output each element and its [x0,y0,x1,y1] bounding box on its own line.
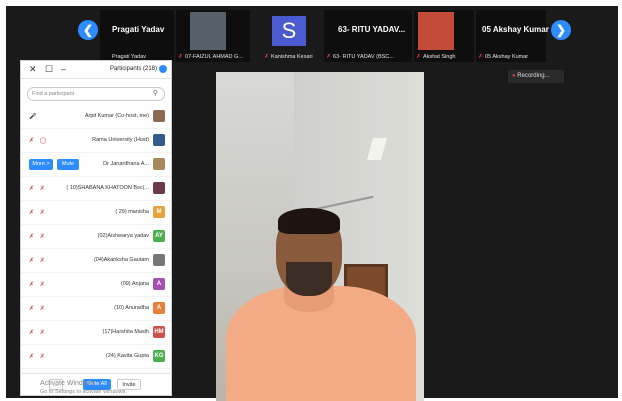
thumb-big-name: Pragati Yadav [112,25,165,34]
mic-video-icons: ✗ ◯ [29,138,49,144]
avatar [153,254,165,266]
restore-icon[interactable]: ☐ [45,64,53,75]
avatar: A [153,278,165,290]
participants-panel: ✕ ☐ – Participants (218) Find a particip… [20,60,172,396]
avatar: AY [153,230,165,242]
thumb-pragati[interactable]: Pragati Yadav Pragati Yadav [100,10,174,62]
mic-video-icons: 🎤 [29,114,39,120]
list-item[interactable]: More > Mute Dr Janardhana A... [21,153,171,177]
avatar: KG [153,350,165,362]
thumb-small-name: ✗ 63- RITU YADAV (BSC... [326,54,394,60]
participant-list: 🎤 Arpit Kumar (Co-host, me) ✗ ◯ Rama Uni… [21,105,171,369]
list-item[interactable]: ✗ ✗ (10) Anuradha A [21,297,171,321]
speaker-video [216,72,424,401]
list-item[interactable]: ✗ ✗ (02)Aishwarya yadav AY [21,225,171,249]
panel-header: ✕ ☐ – Participants (218) [21,61,171,79]
zoom-window: ❮ Pragati Yadav Pragati Yadav ✗ 07-FAIZUL… [6,6,618,401]
avatar [153,182,165,194]
ceiling-fan [314,200,374,208]
list-item[interactable]: ✗ ✗ (04)Akanksha Gautam [21,249,171,273]
minimize-icon[interactable]: – [61,64,66,74]
search-input[interactable]: Find a participant ⚲ [27,87,165,101]
search-icon: ⚲ [152,90,158,97]
list-item[interactable]: ✗ ◯ Rama University (Host) [21,129,171,153]
chevron-right-icon[interactable]: ❯ [551,20,571,40]
avatar [153,110,165,122]
mic-video-icons: ✗ ✗ [29,210,47,216]
thumb-big-name: 05 Akshay Kumar [482,25,549,34]
panel-title: Participants (218) [109,66,157,72]
mic-video-icons: ✗ ✗ [29,354,47,360]
list-item[interactable]: ✗ ✗ (24) Kavita Gupta KG [21,345,171,369]
thumb-small-name: ✗ Kanishma Kesari [264,54,313,60]
thumb-small-name: ✗ 07-FAIZUL AHMAD G... [178,54,243,60]
list-item[interactable]: ✗ ✗ (09) Anjana A [21,273,171,297]
mic-video-icons: ✗ ✗ [29,234,47,240]
thumb-faizul[interactable]: ✗ 07-FAIZUL AHMAD G... [176,10,250,62]
mic-video-icons: ✗ ✗ [29,282,47,288]
avatar: HM [153,326,165,338]
participant-video [418,12,454,50]
more-button[interactable]: More > [29,159,53,170]
speaker-hair [278,208,340,234]
avatar [153,134,165,146]
thumb-akshat[interactable]: ✗ Akshat Singh [414,10,474,62]
avatar: S [272,16,306,46]
mic-video-icons: ✗ ✗ [29,186,47,192]
thumb-small-name: ✗ 05 Akshay Kumar [478,54,529,60]
thumbnail-strip: ❮ Pragati Yadav Pragati Yadav ✗ 07-FAIZUL… [6,6,618,62]
thumb-akshay[interactable]: 05 Akshay Kumar ✗ 05 Akshay Kumar [476,10,549,62]
participant-video [190,12,226,50]
speaker-beard [286,262,332,296]
recording-badge[interactable]: ● Recording... [508,70,564,83]
mic-video-icons: ✗ ✗ [29,330,47,336]
thumb-kanishma[interactable]: S ✗ Kanishma Kesari [262,10,322,62]
mic-video-icons: ✗ ✗ [29,258,47,264]
thumb-big-name: 63- RITU YADAV... [338,25,406,34]
thumb-ritu[interactable]: 63- RITU YADAV... ✗ 63- RITU YADAV (BSC..… [324,10,412,62]
list-item[interactable]: ✗ ✗ (17)Harshita Masih HM [21,321,171,345]
list-item[interactable]: ✗ ✗ ( 29) manisha M [21,201,171,225]
avatar [153,158,165,170]
avatar: M [153,206,165,218]
close-icon[interactable]: ✕ [29,64,37,75]
thumb-small-name: ✗ Akshat Singh [416,54,456,60]
chevron-left-icon[interactable]: ❮ [78,20,98,40]
zoom-logo-icon [159,65,167,73]
activate-windows-watermark: Activate Windows Go to Settings to activ… [40,380,127,395]
list-item[interactable]: ✗ ✗ ( 10)SHABANA KHATOON Bsc(... [21,177,171,201]
list-item[interactable]: 🎤 Arpit Kumar (Co-host, me) [21,105,171,129]
mute-button[interactable]: Mute [57,159,79,170]
mic-video-icons: ✗ ✗ [29,306,47,312]
avatar: A [153,302,165,314]
